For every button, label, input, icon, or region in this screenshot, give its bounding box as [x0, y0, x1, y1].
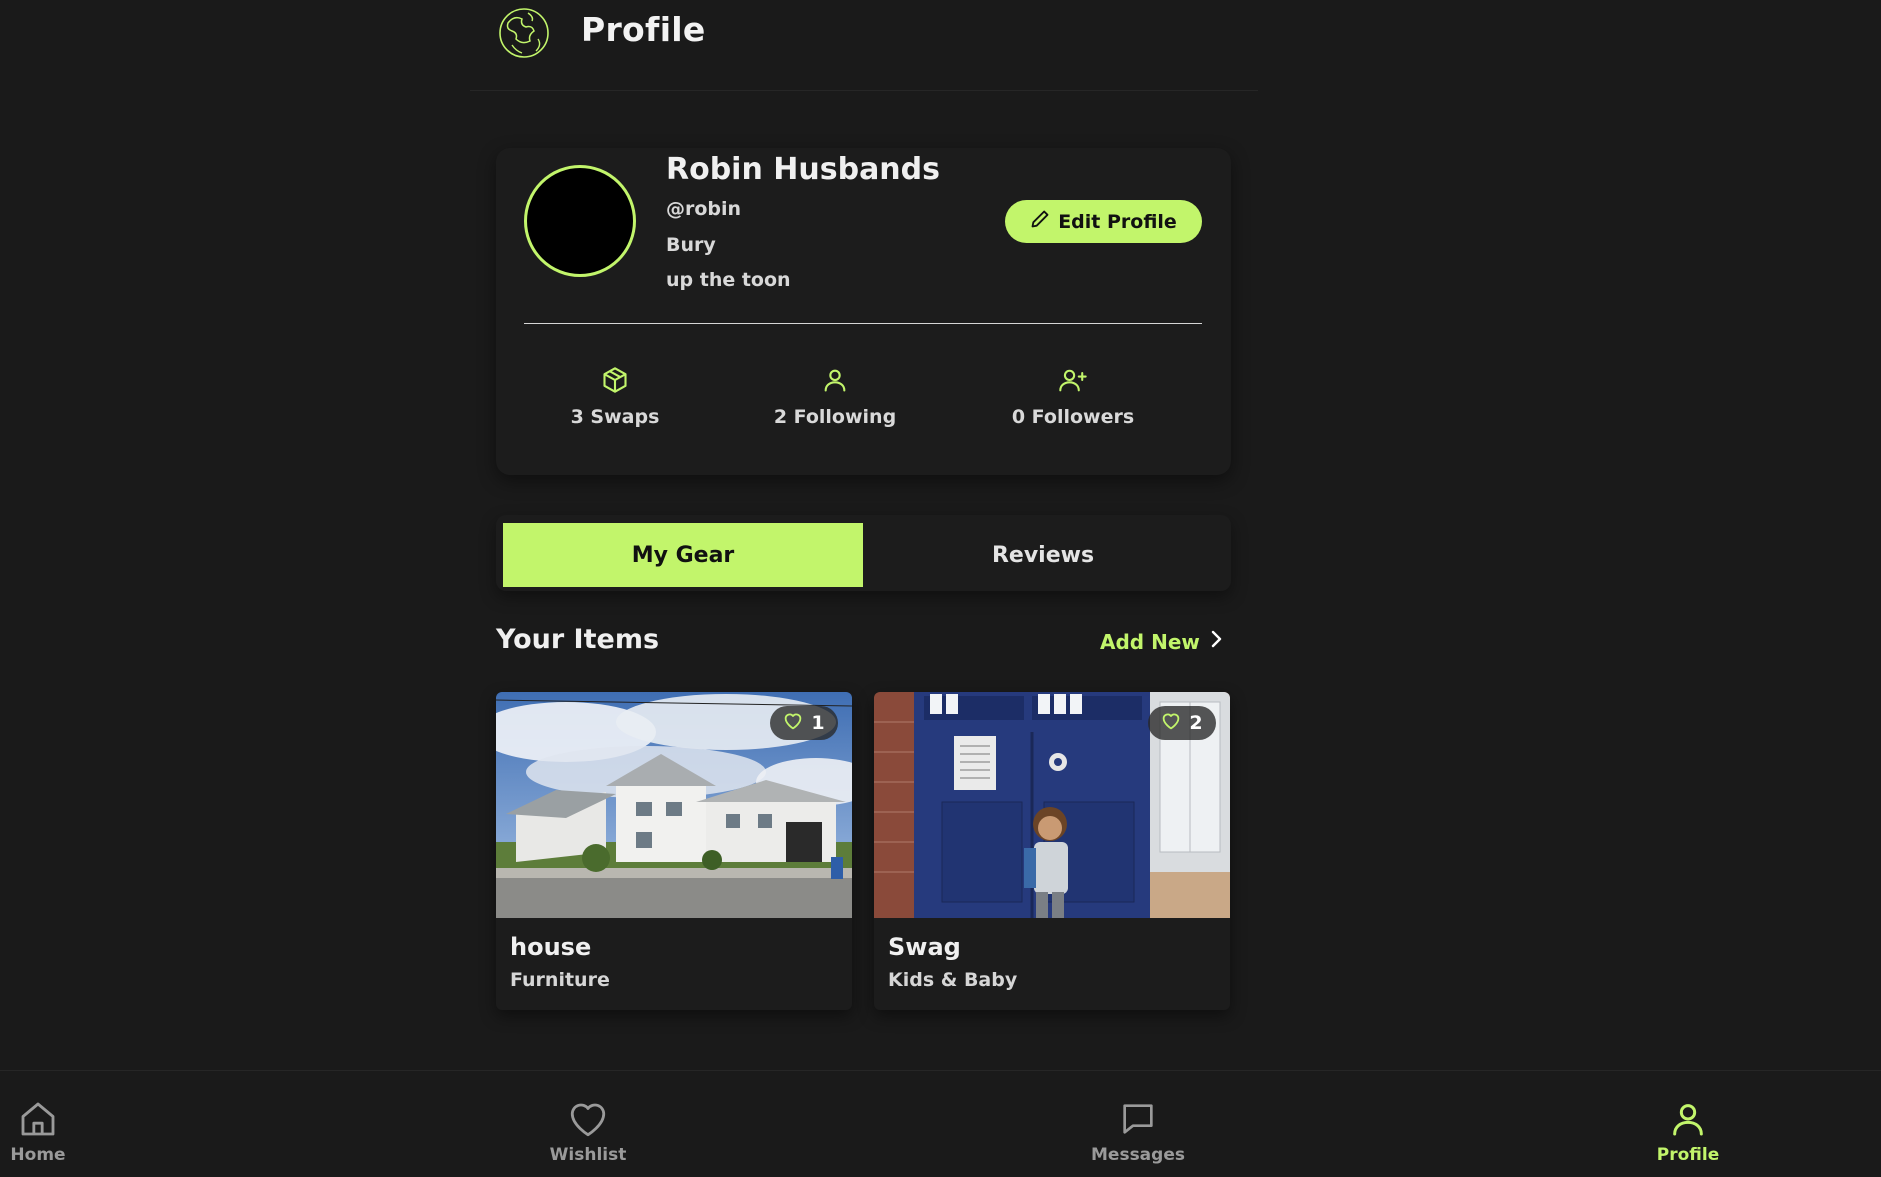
nav-home[interactable]: Home: [0, 1099, 98, 1165]
edit-profile-button[interactable]: Edit Profile: [1005, 200, 1202, 243]
heart-icon: [528, 1099, 648, 1139]
tab-reviews[interactable]: Reviews: [863, 523, 1223, 587]
avatar[interactable]: [524, 165, 636, 277]
add-new-link[interactable]: Add New: [1100, 629, 1224, 654]
profile-bio: up the toon: [666, 269, 791, 291]
nav-wishlist-label: Wishlist: [549, 1145, 627, 1165]
like-count: 2: [1189, 712, 1203, 734]
profile-divider: [524, 323, 1202, 324]
tab-my-gear[interactable]: My Gear: [503, 523, 863, 587]
nav-profile[interactable]: Profile: [1628, 1099, 1748, 1165]
nav-profile-label: Profile: [1656, 1145, 1720, 1165]
stat-swaps-label: 3 Swaps: [570, 406, 660, 428]
item-card-swag[interactable]: 2 Swag Kids & Baby: [874, 692, 1230, 1010]
top-header: Profile: [470, 0, 1258, 91]
item-card-house[interactable]: 1 house Furniture: [496, 692, 852, 1010]
gear-tabs: My Gear Reviews: [496, 515, 1231, 591]
nav-wishlist[interactable]: Wishlist: [528, 1099, 648, 1165]
stat-following-label: 2 Following: [773, 406, 897, 428]
profile-location: Bury: [666, 234, 716, 256]
section-title: Your Items: [496, 624, 660, 655]
globe-logo-icon[interactable]: [498, 5, 550, 61]
profile-handle: @robin: [666, 198, 742, 220]
home-icon: [0, 1099, 98, 1139]
like-badge[interactable]: 1: [770, 706, 838, 740]
stat-followers-label: 0 Followers: [1011, 406, 1135, 428]
chevron-right-icon: [1210, 629, 1224, 654]
like-count: 1: [811, 712, 825, 734]
stat-following[interactable]: 2 Following: [745, 366, 925, 428]
nav-messages[interactable]: Messages: [1078, 1099, 1198, 1165]
profile-page: Profile Robin Husbands @robin Bury up th…: [0, 0, 1881, 1177]
heart-icon: [783, 712, 803, 735]
like-badge[interactable]: 2: [1148, 706, 1216, 740]
item-category: Kids & Baby: [888, 969, 1018, 991]
user-plus-icon: [983, 366, 1163, 394]
stat-followers[interactable]: 0 Followers: [983, 366, 1163, 428]
bottom-nav: Home Wishlist Messages Profile: [0, 1070, 1881, 1177]
edit-profile-label: Edit Profile: [1058, 210, 1177, 233]
add-new-label: Add New: [1100, 629, 1200, 654]
pencil-icon: [1030, 209, 1050, 234]
user-icon: [1628, 1099, 1748, 1139]
message-icon: [1078, 1099, 1198, 1139]
item-title: Swag: [888, 933, 961, 961]
nav-messages-label: Messages: [1091, 1145, 1185, 1165]
page-title: Profile: [581, 10, 706, 49]
box-icon: [525, 366, 705, 394]
profile-card: Robin Husbands @robin Bury up the toon E…: [496, 148, 1231, 475]
nav-home-label: Home: [10, 1145, 66, 1165]
item-title: house: [510, 933, 592, 961]
user-icon: [745, 366, 925, 394]
item-category: Furniture: [510, 969, 610, 991]
profile-name: Robin Husbands: [666, 152, 940, 187]
stat-swaps[interactable]: 3 Swaps: [525, 366, 705, 428]
heart-icon: [1161, 712, 1181, 735]
